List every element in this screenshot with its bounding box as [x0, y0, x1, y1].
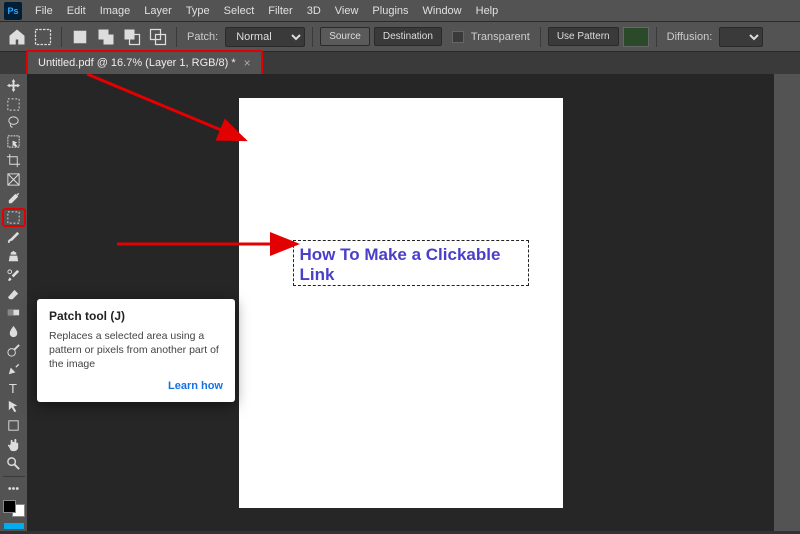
document-tab-title: Untitled.pdf @ 16.7% (Layer 1, RGB/8) * — [38, 57, 236, 69]
tooltip-description: Replaces a selected area using a pattern… — [49, 329, 223, 372]
menu-bar: Ps File Edit Image Layer Type Select Fil… — [0, 0, 800, 22]
transparent-checkbox[interactable] — [452, 31, 464, 43]
divider — [540, 27, 541, 47]
new-selection-icon[interactable] — [69, 26, 91, 48]
menu-window[interactable]: Window — [416, 2, 469, 20]
menu-filter[interactable]: Filter — [261, 2, 299, 20]
menu-layer[interactable]: Layer — [137, 2, 179, 20]
dodge-tool[interactable] — [2, 342, 26, 359]
menu-file[interactable]: File — [28, 2, 60, 20]
divider — [61, 27, 62, 47]
destination-button[interactable]: Destination — [374, 27, 442, 46]
menu-help[interactable]: Help — [469, 2, 506, 20]
blur-tool[interactable] — [2, 323, 26, 340]
transparent-label: Transparent — [471, 31, 530, 43]
pattern-swatch[interactable] — [623, 27, 649, 47]
move-tool[interactable] — [2, 77, 26, 94]
brush-tool[interactable] — [2, 229, 26, 246]
main-area: T How To Make a Clickable Link Patch too… — [0, 74, 800, 531]
lasso-tool[interactable] — [2, 115, 26, 132]
pen-tool[interactable] — [2, 361, 26, 378]
divider — [176, 27, 177, 47]
divider — [3, 476, 25, 477]
accent-swatch — [4, 523, 24, 529]
menu-select[interactable]: Select — [217, 2, 262, 20]
eyedropper-tool[interactable] — [2, 190, 26, 207]
menu-type[interactable]: Type — [179, 2, 217, 20]
color-swatches[interactable] — [3, 500, 25, 517]
patch-mode-select[interactable]: Normal — [225, 27, 305, 47]
edit-toolbar-icon[interactable] — [2, 480, 26, 497]
divider — [656, 27, 657, 47]
hand-tool[interactable] — [2, 436, 26, 453]
home-icon[interactable] — [6, 26, 28, 48]
canvas[interactable]: How To Make a Clickable Link — [239, 98, 563, 508]
options-bar: Patch: Normal Source Destination Transpa… — [0, 22, 800, 52]
path-select-tool[interactable] — [2, 399, 26, 416]
gradient-tool[interactable] — [2, 305, 26, 322]
shape-tool[interactable] — [2, 417, 26, 434]
right-panel-gutter — [774, 74, 800, 531]
app-logo: Ps — [4, 2, 22, 20]
object-select-tool[interactable] — [2, 133, 26, 150]
svg-text:T: T — [9, 381, 17, 396]
subtract-selection-icon[interactable] — [121, 26, 143, 48]
zoom-tool[interactable] — [2, 455, 26, 472]
selection-text: How To Make a Clickable Link — [293, 240, 529, 286]
frame-tool[interactable] — [2, 171, 26, 188]
menu-plugins[interactable]: Plugins — [365, 2, 415, 20]
menu-edit[interactable]: Edit — [60, 2, 93, 20]
close-icon[interactable]: × — [244, 56, 251, 70]
patch-tool[interactable] — [2, 208, 26, 227]
source-button[interactable]: Source — [320, 27, 370, 46]
patch-label: Patch: — [187, 31, 218, 43]
menu-3d[interactable]: 3D — [300, 2, 328, 20]
menu-view[interactable]: View — [328, 2, 366, 20]
history-brush-tool[interactable] — [2, 267, 26, 284]
diffusion-select[interactable]: 5 — [719, 27, 763, 47]
menu-image[interactable]: Image — [93, 2, 138, 20]
tooltip-title: Patch tool (J) — [49, 309, 223, 323]
type-tool[interactable]: T — [2, 380, 26, 397]
add-selection-icon[interactable] — [95, 26, 117, 48]
document-tab[interactable]: Untitled.pdf @ 16.7% (Layer 1, RGB/8) * … — [26, 50, 263, 76]
diffusion-label: Diffusion: — [667, 31, 713, 43]
intersect-selection-icon[interactable] — [147, 26, 169, 48]
tooltip-learn-link[interactable]: Learn how — [49, 380, 223, 392]
crop-tool[interactable] — [2, 152, 26, 169]
eraser-tool[interactable] — [2, 286, 26, 303]
toolbar: T — [0, 74, 27, 531]
document-tab-bar: Untitled.pdf @ 16.7% (Layer 1, RGB/8) * … — [0, 52, 800, 74]
divider — [312, 27, 313, 47]
use-pattern-button[interactable]: Use Pattern — [548, 27, 619, 46]
tool-preset-icon[interactable] — [32, 26, 54, 48]
marquee-tool[interactable] — [2, 96, 26, 113]
tool-tooltip: Patch tool (J) Replaces a selected area … — [37, 299, 235, 402]
clone-stamp-tool[interactable] — [2, 248, 26, 265]
